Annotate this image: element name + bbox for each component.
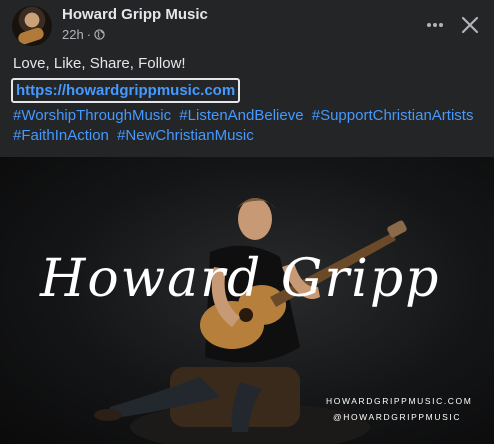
image-website: HOWARDGRIPPMUSIC.COM xyxy=(326,396,473,406)
facebook-post: Howard Gripp Music 22h · Love, Like, Sha… xyxy=(0,0,494,444)
hashtag-link[interactable]: #WorshipThroughMusic xyxy=(13,107,171,124)
hashtag-link[interactable]: #ListenAndBelieve xyxy=(179,107,303,124)
post-image[interactable]: Howard Gripp HOWARDGRIPPMUSIC.COM @HOWAR… xyxy=(0,157,494,444)
more-horizontal-icon xyxy=(427,23,443,27)
website-link[interactable]: https://howardgrippmusic.com xyxy=(11,78,241,103)
post-meta: 22h · xyxy=(62,27,105,42)
post-header: Howard Gripp Music 22h · xyxy=(0,0,494,52)
page-name-link[interactable]: Howard Gripp Music xyxy=(62,6,208,23)
post-timestamp[interactable]: 22h xyxy=(62,27,84,42)
post-text: Love, Like, Share, Follow! xyxy=(13,55,186,72)
image-handle: @HOWARDGRIPPMUSIC xyxy=(333,412,462,422)
close-icon xyxy=(461,16,479,34)
avatar-guitar xyxy=(16,26,46,46)
globe-icon xyxy=(94,29,105,40)
more-options-button[interactable] xyxy=(419,9,451,41)
page-avatar[interactable] xyxy=(12,6,52,46)
meta-separator: · xyxy=(86,27,92,42)
hashtag-link[interactable]: #SupportChristianArtists xyxy=(312,107,474,124)
close-button[interactable] xyxy=(454,9,486,41)
image-title: Howard Gripp xyxy=(40,249,441,309)
hashtag-link[interactable]: #NewChristianMusic xyxy=(117,127,254,144)
hashtag-link[interactable]: #FaithInAction xyxy=(13,127,109,144)
hashtag-list: #WorshipThroughMusic #ListenAndBelieve #… xyxy=(13,106,489,146)
